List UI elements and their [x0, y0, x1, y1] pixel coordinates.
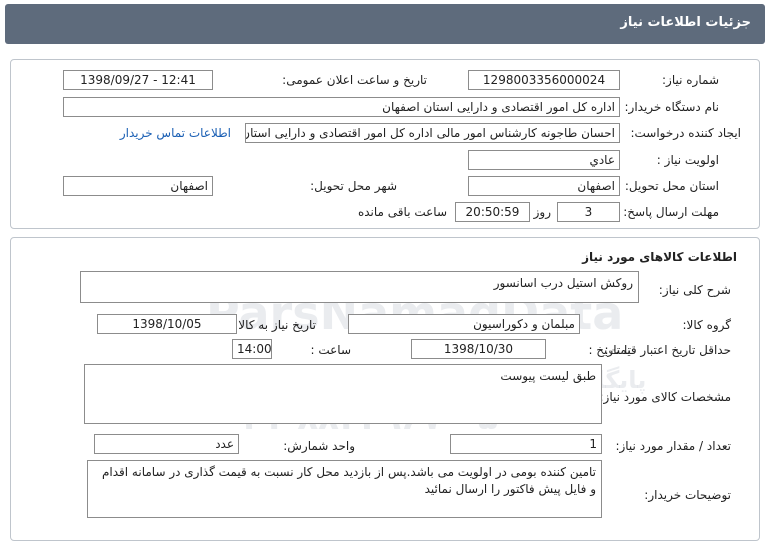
delivery-province-label: استان محل تحویل:: [624, 179, 719, 193]
need-number-field[interactable]: 1298003356000024: [468, 70, 620, 90]
to-date-label: تا تاریخ :: [588, 343, 631, 357]
need-number-label: شماره نیاز:: [662, 73, 719, 87]
goods-section-title: اطلاعات کالاهای مورد نیاز: [582, 250, 737, 264]
goods-group-field[interactable]: مبلمان و دکوراسیون: [348, 314, 580, 334]
specs-field[interactable]: طبق لیست پیوست: [84, 364, 602, 424]
summary-field[interactable]: روکش استیل درب اسانسور: [80, 271, 639, 303]
priority-field[interactable]: عادي: [468, 150, 620, 170]
hour-label: ساعت :: [310, 343, 351, 357]
deadline-label: مهلت ارسال پاسخ:: [623, 205, 719, 219]
goods-group-label: گروه کالا:: [682, 318, 732, 332]
to-date-field[interactable]: 1398/10/30: [411, 339, 546, 359]
page-header: جزئیات اطلاعات نیاز: [5, 4, 765, 44]
quantity-field[interactable]: 1: [450, 434, 602, 454]
announce-datetime-field[interactable]: 1398/09/27 - 12:41: [63, 70, 213, 90]
summary-label: شرح کلی نیاز:: [658, 283, 731, 297]
unit-label: واحد شمارش:: [283, 439, 355, 453]
goods-panel: اطلاعات کالاهای مورد نیاز ParsNamadData …: [10, 237, 760, 541]
deadline-time-field[interactable]: 20:50:59: [455, 202, 530, 222]
buyer-label: نام دستگاه خریدار:: [624, 100, 720, 114]
hour-field[interactable]: 14:00: [232, 339, 272, 359]
buyer-notes-label: توضیحات خریدار:: [644, 488, 731, 502]
buyer-notes-field[interactable]: تامین کننده بومی در اولویت می باشد.پس از…: [87, 460, 602, 518]
need-date-label: تاریخ نیاز به کالا:: [234, 318, 316, 332]
creator-field[interactable]: احسان طاجونه کارشناس امور مالی اداره کل …: [245, 123, 620, 143]
unit-field[interactable]: عدد: [94, 434, 239, 454]
need-info-panel: شماره نیاز: 1298003356000024 تاریخ و ساع…: [10, 59, 760, 229]
page-title: جزئیات اطلاعات نیاز: [620, 15, 751, 30]
delivery-province-field[interactable]: اصفهان: [468, 176, 620, 196]
need-date-field[interactable]: 1398/10/05: [97, 314, 237, 334]
delivery-city-field[interactable]: اصفهان: [63, 176, 213, 196]
buyer-contact-link[interactable]: اطلاعات تماس خریدار: [120, 126, 231, 140]
specs-label: مشخصات کالای مورد نیاز:: [599, 390, 731, 404]
buyer-field[interactable]: اداره کل امور اقتصادی و دارایی استان اصف…: [63, 97, 620, 117]
deadline-days-field[interactable]: 3: [557, 202, 620, 222]
remaining-text: ساعت باقی مانده: [357, 205, 447, 219]
delivery-city-label: شهر محل تحویل:: [310, 179, 397, 193]
announce-datetime-label: تاریخ و ساعت اعلان عمومی:: [282, 73, 427, 87]
quantity-label: تعداد / مقدار مورد نیاز:: [615, 439, 731, 453]
creator-label: ایجاد کننده درخواست:: [630, 126, 741, 140]
priority-label: اولویت نیاز :: [656, 153, 719, 167]
